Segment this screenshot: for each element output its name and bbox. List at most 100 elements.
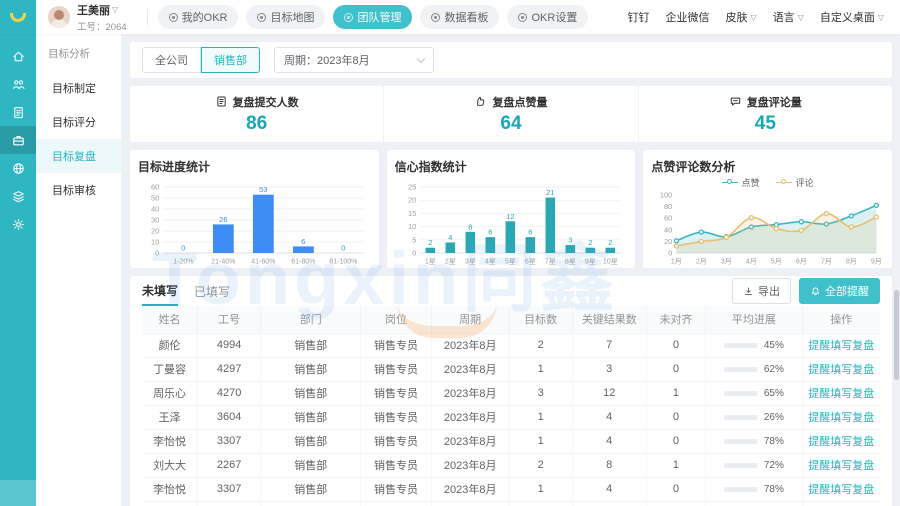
cell-position: 销售专员 [361,429,431,453]
progress-indicator: 72% [724,460,784,471]
chevron-down-icon: ▽ [751,13,757,22]
scope-sales-dept-button[interactable]: 销售部 [201,47,260,73]
svg-text:80: 80 [664,202,672,211]
cell-department: 销售部 [261,477,361,501]
remind-fill-review-link[interactable]: 提醒填写复盘 [808,436,874,448]
svg-text:60: 60 [664,214,672,223]
cell-progress: 78% [706,477,802,501]
chart-card-0: 目标进度统计010203040506001-20%2621-40%5341-60… [130,150,379,268]
table-row: 李怡悦3307销售部销售专员2023年8月14078%提醒填写复盘 [142,477,880,501]
remind-all-button[interactable]: 全部提醒 [799,278,880,304]
cell-period: 2023年8月 [431,501,509,506]
rail-gear-icon[interactable] [0,210,36,238]
cell-progress: 62% [706,357,802,381]
remind-fill-review-link[interactable]: 提醒填写复盘 [808,388,874,400]
legend-marker-icon [776,179,792,185]
rail-layers-icon[interactable] [0,182,36,210]
svg-text:10: 10 [408,222,416,231]
header-menu-skin[interactable]: 皮肤▽ [726,9,757,25]
cell-department: 销售部 [261,357,361,381]
header-menu-label: 语言 [773,9,795,25]
bell-icon [810,286,821,297]
rail-org-icon[interactable] [0,70,36,98]
progress-indicator: 62% [724,364,784,375]
cell-progress: 45% [706,333,802,357]
nav-tab-goal-map[interactable]: 目标地图 [246,5,325,29]
table-header-row: 姓名工号部门岗位周期目标数关键结果数未对齐平均进展操作 [142,306,880,333]
cell-period: 2023年8月 [431,357,509,381]
remind-fill-review-link[interactable]: 提醒填写复盘 [808,412,874,424]
cell-unaligned: 0 [646,405,705,429]
legend-item[interactable]: 评论 [776,176,814,189]
cell-kr-count: 8 [572,453,646,477]
avatar [48,6,70,28]
cell-position: 销售专员 [361,501,431,506]
header-menu-custom-desktop[interactable]: 自定义桌面▽ [820,9,884,25]
progress-percent: 72% [764,460,784,471]
nav-tab-my-okr[interactable]: 我的OKR [158,5,239,29]
remind-fill-review-link[interactable]: 提醒填写复盘 [808,364,874,376]
tab-filled[interactable]: 已填写 [194,277,230,305]
tab-not-filled[interactable]: 未填写 [142,276,178,306]
header-menu-language[interactable]: 语言▽ [773,9,804,25]
cell-goal-count: 2 [509,453,572,477]
chart-plot: 0204060801001月2月3月4月5月6月7月8月9月 [651,189,884,267]
cell-period: 2023年8月 [431,405,509,429]
header-menu-dingtalk[interactable]: 钉钉 [628,9,650,25]
cell-action: 提醒填写复盘 [802,381,880,405]
stat-label: 复盘评论量 [747,94,802,110]
cell-unaligned: 0 [646,477,705,501]
header-menu-wecom[interactable]: 企业微信 [666,9,710,25]
sidebar-item-goal-audit[interactable]: 目标审核 [36,173,121,207]
period-select[interactable]: 周期：2023年8月 [274,47,434,73]
vertical-scrollbar[interactable] [894,290,899,380]
stat-review-comments: 复盘评论量45 [639,86,892,142]
scope-segment: 全公司 销售部 [142,47,260,73]
progress-track [724,487,758,492]
remind-fill-review-link[interactable]: 提醒填写复盘 [808,460,874,472]
sidebar-items: 目标制定目标评分目标复盘目标审核 [36,71,121,207]
rail-doc-icon[interactable] [0,98,36,126]
rail-home-icon[interactable] [0,42,36,70]
column-header: 部门 [261,306,361,333]
cell-employee-id: 4297 [198,357,261,381]
remind-fill-review-link[interactable]: 提醒填写复盘 [808,340,874,352]
cell-unaligned: 0 [646,333,705,357]
progress-percent: 26% [764,412,784,423]
legend-item[interactable]: 点赞 [722,176,760,189]
cell-department: 销售部 [261,381,361,405]
legend-marker-icon [722,179,738,185]
sidebar-item-goal-setting[interactable]: 目标制定 [36,71,121,105]
progress-track [724,391,758,396]
scope-all-company-button[interactable]: 全公司 [142,47,201,73]
column-header: 未对齐 [646,306,705,333]
rail-globe-icon[interactable] [0,154,36,182]
app-logo[interactable] [0,0,36,34]
svg-text:6月: 6月 [796,258,807,266]
remind-fill-review-link[interactable]: 提醒填写复盘 [808,484,874,496]
svg-text:12: 12 [506,212,514,221]
cell-name: 周乐心 [142,381,198,405]
svg-text:50: 50 [151,194,159,203]
sidebar-item-goal-review[interactable]: 目标复盘 [36,139,121,173]
svg-text:2: 2 [428,238,432,247]
nav-tab-team-management[interactable]: 团队管理 [333,5,412,29]
svg-text:41-60%: 41-60% [251,259,275,266]
rail-workspace-icon[interactable] [0,126,36,154]
cell-unaligned: 1 [646,381,705,405]
column-header: 工号 [198,306,261,333]
table-row: 周乐心4270销售部销售专员2023年8月312165%提醒填写复盘 [142,381,880,405]
user-block[interactable]: 王美丽 ▽ 工号：2064 [36,2,137,33]
svg-text:5星: 5星 [505,258,516,266]
nav-tab-data-board[interactable]: 数据看板 [420,5,499,29]
progress-track [724,343,758,348]
export-button[interactable]: 导出 [732,278,791,304]
cell-progress: 72% [706,501,802,506]
cell-period: 2023年8月 [431,453,509,477]
table-row: 王泽3604销售部销售专员2023年8月14026%提醒填写复盘 [142,405,880,429]
sidebar-section-title: 目标分析 [36,46,121,71]
nav-tab-okr-settings[interactable]: OKR设置 [507,5,588,29]
nav-tab-icon [431,13,440,22]
cell-position: 销售专员 [361,405,431,429]
sidebar-item-goal-scoring[interactable]: 目标评分 [36,105,121,139]
